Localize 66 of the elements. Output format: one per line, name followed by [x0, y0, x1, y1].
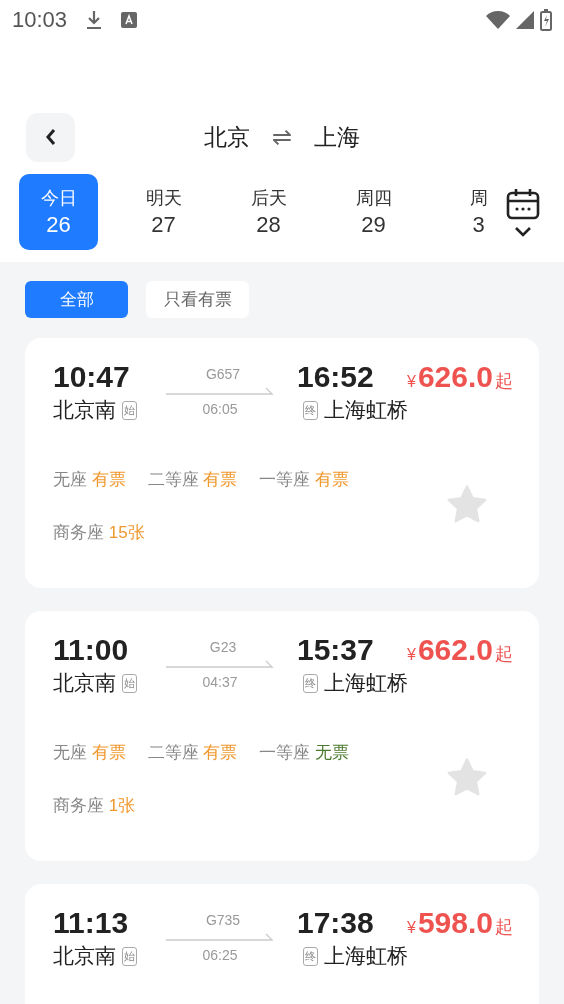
star-icon[interactable] [447, 485, 487, 523]
departure-station: 北京南 [53, 670, 116, 696]
download-icon [85, 9, 104, 31]
arrival-station: 上海虹桥 [324, 397, 408, 423]
signal-icon [516, 11, 534, 29]
price-suffix: 起 [495, 643, 513, 666]
date-tab[interactable]: 明天 27 [124, 174, 203, 250]
swap-icon[interactable]: ⇌ [271, 123, 293, 151]
ticket-price: 626.0 [417, 360, 493, 394]
train-card[interactable]: 11:00 G23 15:37 ¥662.0起 北京南 始 04:37 终 上海虹桥 无座 有票 二等座 有票 一等座 无票 商务座 1张 [25, 611, 539, 861]
star-icon[interactable] [447, 758, 487, 796]
arrival-time: 17:38 [297, 906, 375, 940]
currency-symbol: ¥ [407, 646, 416, 664]
date-tab[interactable]: 周 3 [439, 174, 518, 250]
keyboard-icon [121, 12, 138, 28]
train-number: G657 [205, 366, 241, 382]
seat-availability: 商务座 15张 [53, 522, 145, 544]
calendar-icon[interactable] [506, 188, 540, 220]
terminal-tag: 终 [303, 673, 318, 693]
filter-chip[interactable]: 只看有票 [146, 281, 249, 318]
departure-time: 10:47 [53, 360, 131, 394]
departure-time: 11:13 [53, 906, 130, 940]
terminal-tag: 终 [303, 400, 318, 420]
filter-chip[interactable]: 全部 [25, 281, 128, 318]
travel-duration: 04:37 [202, 674, 238, 690]
arrival-time: 16:52 [297, 360, 375, 394]
status-time: 10:03 [12, 7, 68, 33]
seat-availability: 无座 有票 [53, 469, 126, 491]
travel-duration: 06:25 [202, 947, 238, 963]
train-number: G23 [209, 639, 237, 655]
origin-tag: 始 [122, 673, 137, 693]
battery-icon [540, 9, 552, 31]
train-card[interactable]: 11:13 G735 17:38 ¥598.0起 北京南 始 06:25 终 上海虹桥 [25, 884, 539, 1004]
arrival-station: 上海虹桥 [324, 943, 408, 969]
from-city: 北京 [203, 122, 250, 152]
chevron-left-icon [43, 127, 58, 147]
seat-availability: 二等座 有票 [147, 469, 238, 491]
travel-duration: 06:05 [202, 401, 238, 417]
to-city: 上海 [314, 122, 361, 152]
seat-availability: 商务座 1张 [53, 795, 136, 817]
wifi-icon [486, 11, 510, 29]
ticket-price: 598.0 [417, 906, 493, 940]
date-tab[interactable]: 后天 28 [229, 174, 308, 250]
ticket-price: 662.0 [417, 633, 493, 667]
currency-symbol: ¥ [407, 919, 416, 937]
seat-availability: 无座 有票 [53, 742, 126, 764]
terminal-tag: 终 [303, 946, 318, 966]
seat-availability: 一等座 有票 [259, 469, 350, 491]
train-number: G735 [205, 912, 241, 928]
seat-availability: 二等座 有票 [147, 742, 238, 764]
departure-station: 北京南 [53, 943, 116, 969]
back-button[interactable] [26, 112, 75, 162]
origin-tag: 始 [122, 946, 137, 966]
arrival-time: 15:37 [297, 633, 375, 667]
currency-symbol: ¥ [407, 373, 416, 391]
arrival-station: 上海虹桥 [324, 670, 408, 696]
train-card[interactable]: 10:47 G657 16:52 ¥626.0起 北京南 始 06:05 终 上海虹桥 无座 有票 二等座 有票 一等座 有票 商务座 15张 [25, 338, 539, 588]
departure-station: 北京南 [53, 397, 116, 423]
origin-tag: 始 [122, 400, 137, 420]
seat-availability: 一等座 无票 [259, 742, 350, 764]
date-tab[interactable]: 今日 26 [19, 174, 98, 250]
price-suffix: 起 [495, 916, 513, 939]
price-suffix: 起 [495, 370, 513, 393]
departure-time: 11:00 [53, 633, 130, 667]
chevron-down-icon[interactable] [514, 226, 532, 237]
date-tab[interactable]: 周四 29 [334, 174, 413, 250]
